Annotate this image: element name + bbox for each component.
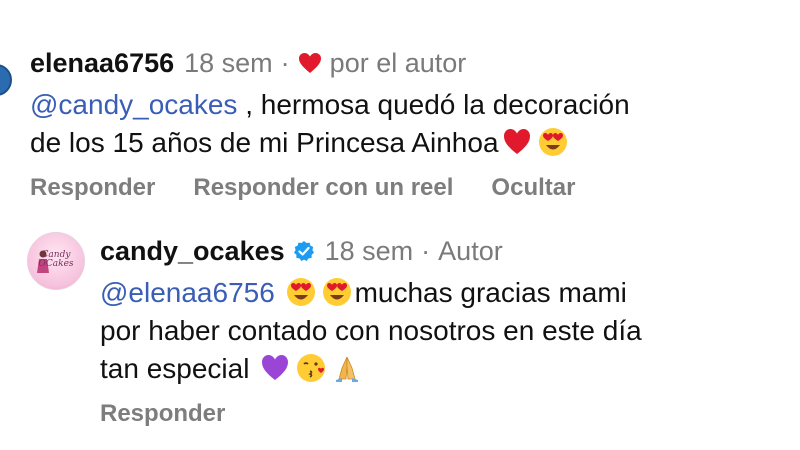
comment-text: @candy_ocakes , hermosa quedó la decorac… <box>30 86 790 162</box>
commenter-avatar[interactable] <box>0 64 12 96</box>
heart-eyes-emoji-icon <box>322 278 351 306</box>
meta-separator: · <box>280 47 290 78</box>
liked-by-author-label: por el autor <box>329 47 467 78</box>
reply-candy-ocakes: candy_ocakes 18 sem · Autor @elenaa6756 … <box>100 232 790 428</box>
reply-actions: Responder <box>100 400 790 428</box>
reply-username[interactable]: candy_ocakes <box>100 236 285 267</box>
reply-text-line2: por haber contado con nosotros en este d… <box>100 315 642 346</box>
meta-separator: · <box>421 235 431 266</box>
folded-hands-emoji-icon <box>336 356 359 382</box>
heart-icon <box>298 53 321 73</box>
comment-header: elenaa6756 18 sem · por el autor <box>30 44 790 82</box>
red-heart-emoji-icon <box>503 129 530 154</box>
kissing-face-emoji-icon <box>297 354 326 382</box>
hide-button[interactable]: Ocultar <box>491 174 575 202</box>
reply-header: candy_ocakes 18 sem · Autor <box>100 232 790 270</box>
comment-text-line2: de los 15 años de mi Princesa Ainhoa <box>30 127 499 158</box>
heart-eyes-emoji-icon <box>538 128 567 156</box>
verified-badge-icon <box>293 241 314 261</box>
comment-actions: Responder Responder con un reel Ocultar <box>30 174 790 202</box>
reply-text-line1: muchas gracias mami <box>354 277 627 308</box>
mention-link[interactable]: @elenaa6756 <box>100 277 275 308</box>
author-label: Autor <box>438 235 503 266</box>
mention-link[interactable]: @candy_ocakes <box>30 89 237 120</box>
comment-time: 18 sem <box>184 47 273 78</box>
reply-time: 18 sem <box>324 235 414 266</box>
comment-username[interactable]: elenaa6756 <box>30 48 174 79</box>
reply-button[interactable]: Responder <box>100 400 225 428</box>
reply-with-reel-button[interactable]: Responder con un reel <box>193 174 453 202</box>
author-avatar[interactable]: Candy OCakes <box>27 232 85 290</box>
reply-text-line3: tan especial <box>100 353 250 384</box>
avatar-logo-text: Candy OCakes <box>38 250 74 269</box>
reply-text: @elenaa6756 muchas gracias mami por habe… <box>100 274 790 388</box>
heart-eyes-emoji-icon <box>286 278 315 306</box>
reply-button[interactable]: Responder <box>30 174 155 202</box>
purple-heart-emoji-icon <box>262 355 289 380</box>
comment-elenaa6756: elenaa6756 18 sem · por el autor @candy_… <box>30 44 790 202</box>
comment-text-line1: , hermosa quedó la decoración <box>237 89 630 120</box>
